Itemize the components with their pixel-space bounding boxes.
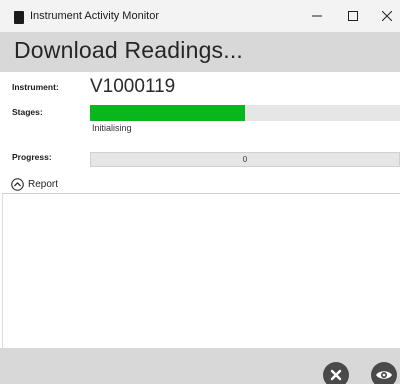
maximize-button[interactable]	[336, 0, 370, 32]
instrument-label: Instrument:	[12, 82, 59, 92]
report-toggle[interactable]: Report	[11, 176, 58, 192]
chevron-up-circle-icon	[11, 177, 24, 191]
report-label: Report	[28, 178, 59, 190]
instrument-value: V1000119	[90, 76, 176, 97]
close-icon	[382, 11, 392, 21]
minimize-button[interactable]	[300, 0, 334, 32]
stage-status: Initialising	[92, 123, 132, 133]
page-header: Download Readings...	[0, 32, 400, 72]
view-button[interactable]	[371, 362, 397, 384]
page-title: Download Readings...	[14, 37, 244, 63]
minimize-icon	[312, 15, 322, 17]
maximize-icon	[348, 11, 358, 21]
report-panel	[2, 193, 400, 348]
app-icon	[14, 11, 24, 24]
stage-progress-fill	[90, 105, 245, 121]
stages-label: Stages:	[12, 107, 43, 117]
eye-icon	[376, 371, 392, 379]
cancel-circle-icon	[330, 369, 342, 381]
title-bar: Instrument Activity Monitor	[0, 0, 400, 32]
progress-value: 0	[242, 155, 248, 164]
progress-label: Progress:	[12, 152, 52, 162]
cancel-button[interactable]	[323, 362, 349, 384]
close-button[interactable]	[370, 0, 400, 32]
download-progress-bar: 0	[90, 152, 400, 167]
window-title: Instrument Activity Monitor	[30, 10, 159, 22]
stage-progress-bar	[90, 105, 400, 121]
